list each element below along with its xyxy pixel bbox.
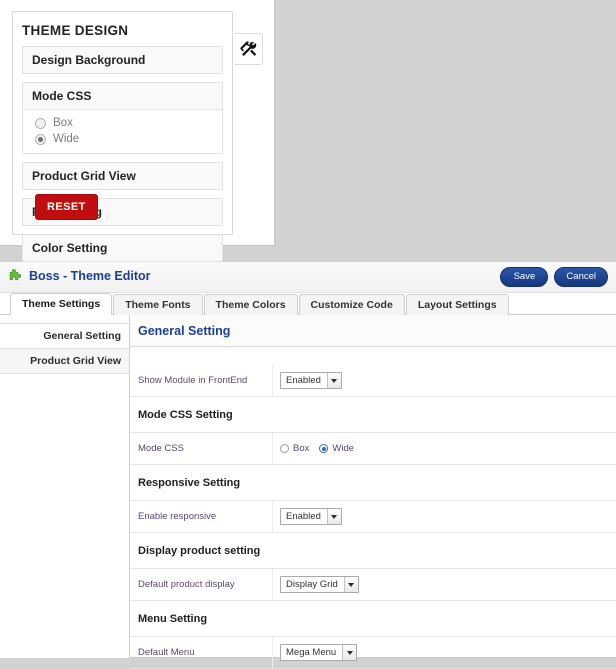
section-display-product-setting: Display product setting: [130, 533, 616, 569]
admin-header: Boss - Theme Editor Save Cancel: [0, 262, 616, 293]
tab-customize-code[interactable]: Customize Code: [298, 294, 405, 315]
accordion-mode-css[interactable]: Mode CSS Box Wide: [22, 82, 223, 154]
tab-strip: Theme Settings Theme Fonts Theme Colors …: [0, 293, 616, 315]
accordion-product-grid-view-label: Product Grid View: [32, 169, 136, 183]
theme-design-toggle-button[interactable]: [234, 33, 263, 65]
field-default-product-display: Default product display Display Grid: [130, 569, 616, 601]
field-default-menu: Default Menu Mega Menu: [130, 637, 616, 669]
section-mode-css-heading: Mode CSS Setting: [138, 408, 233, 421]
admin-title: Boss - Theme Editor: [29, 268, 151, 283]
admin-radio-box[interactable]: Box: [280, 443, 309, 454]
default-product-display-select[interactable]: Display Grid: [280, 576, 359, 593]
admin-radio-wide-icon: [319, 444, 329, 453]
field-enable-responsive: Enable responsive Enabled: [130, 501, 616, 533]
chevron-down-icon[interactable]: [326, 509, 341, 524]
section-mode-css-setting: Mode CSS Setting: [130, 397, 616, 433]
tab-theme-settings[interactable]: Theme Settings: [10, 293, 113, 315]
reset-button[interactable]: RESET: [35, 194, 98, 220]
enable-responsive-select[interactable]: Enabled: [280, 508, 342, 525]
theme-design-title: THEME DESIGN: [22, 23, 129, 38]
field-mode-css-label: Mode CSS: [138, 443, 184, 454]
section-responsive-heading: Responsive Setting: [138, 476, 241, 489]
admin-sidebar: General Setting Product Grid View: [0, 315, 130, 658]
content-title: General Setting: [130, 315, 616, 347]
field-mode-css: Mode CSS Box Wide: [130, 433, 616, 465]
sidebar-item-general-setting[interactable]: General Setting: [0, 323, 129, 349]
frontend-theme-design-panel: THEME DESIGN Design Background Mode CSS …: [0, 0, 275, 262]
default-menu-select[interactable]: Mega Menu: [280, 644, 358, 661]
admin-theme-editor-panel: Boss - Theme Editor Save Cancel Theme Se…: [0, 262, 616, 669]
theme-design-card: THEME DESIGN Design Background Mode CSS …: [12, 11, 233, 262]
admin-radio-wide[interactable]: Wide: [319, 443, 354, 454]
accordion-design-background[interactable]: Design Background: [22, 46, 223, 74]
admin-action-buttons: Save Cancel: [500, 267, 608, 287]
chevron-down-icon[interactable]: [326, 373, 341, 388]
radio-box-label: Box: [53, 117, 73, 129]
tab-theme-fonts[interactable]: Theme Fonts: [113, 294, 203, 315]
field-default-product-display-control: Display Grid: [272, 576, 359, 593]
admin-radio-box-icon: [280, 444, 289, 453]
accordion-color-setting[interactable]: Color Setting: [22, 234, 223, 262]
show-module-select-value: Enabled: [286, 375, 321, 386]
admin-radio-wide-label: Wide: [332, 443, 355, 454]
save-button[interactable]: Save: [500, 267, 549, 287]
tab-theme-colors[interactable]: Theme Colors: [203, 294, 298, 315]
accordion-product-grid-view[interactable]: Product Grid View: [22, 162, 223, 190]
admin-radio-box-label: Box: [293, 443, 310, 454]
admin-body: General Setting Product Grid View Genera…: [0, 315, 616, 669]
tab-layout-settings[interactable]: Layout Settings: [405, 294, 509, 315]
accordion-color-setting-label: Color Setting: [32, 241, 108, 255]
field-default-product-display-label: Default product display: [138, 579, 235, 590]
green-puzzle-piece-icon: [9, 269, 22, 281]
field-mode-css-control: Box Wide: [272, 443, 364, 454]
admin-main-content: General Setting Show Module in FrontEnd …: [130, 315, 616, 669]
cancel-button[interactable]: Cancel: [554, 267, 608, 287]
section-display-product-heading: Display product setting: [138, 544, 261, 557]
sidebar-item-product-grid-view[interactable]: Product Grid View: [0, 348, 129, 374]
chevron-down-icon[interactable]: [343, 577, 358, 592]
radio-box-icon: [35, 117, 46, 129]
radio-option-wide[interactable]: Wide: [23, 131, 222, 147]
accordion-design-background-label: Design Background: [32, 53, 146, 67]
default-menu-select-value: Mega Menu: [286, 647, 337, 658]
radio-wide-label: Wide: [53, 133, 80, 145]
accordion-mode-css-label: Mode CSS: [32, 89, 92, 103]
enable-responsive-select-value: Enabled: [286, 511, 321, 522]
field-enable-responsive-label: Enable responsive: [138, 511, 217, 522]
field-default-menu-control: Mega Menu: [272, 644, 358, 661]
section-menu-setting: Menu Setting: [130, 601, 616, 637]
show-module-select[interactable]: Enabled: [280, 372, 342, 389]
field-default-menu-label: Default Menu: [138, 647, 195, 658]
chevron-down-icon[interactable]: [342, 645, 357, 660]
section-menu-heading: Menu Setting: [138, 612, 208, 625]
hammer-and-wrench-icon: [239, 40, 256, 56]
field-show-module-in-frontend: Show Module in FrontEnd Enabled: [130, 365, 616, 397]
radio-option-box[interactable]: Box: [23, 115, 222, 131]
field-show-module-control: Enabled: [272, 372, 342, 389]
admin-title-group: Boss - Theme Editor: [8, 268, 151, 283]
field-enable-responsive-control: Enabled: [272, 508, 342, 525]
mode-css-options: Box Wide: [23, 109, 222, 153]
field-show-module-label: Show Module in FrontEnd: [138, 375, 248, 386]
default-product-display-select-value: Display Grid: [286, 579, 338, 590]
section-responsive-setting: Responsive Setting: [130, 465, 616, 501]
radio-wide-icon: [35, 133, 46, 145]
